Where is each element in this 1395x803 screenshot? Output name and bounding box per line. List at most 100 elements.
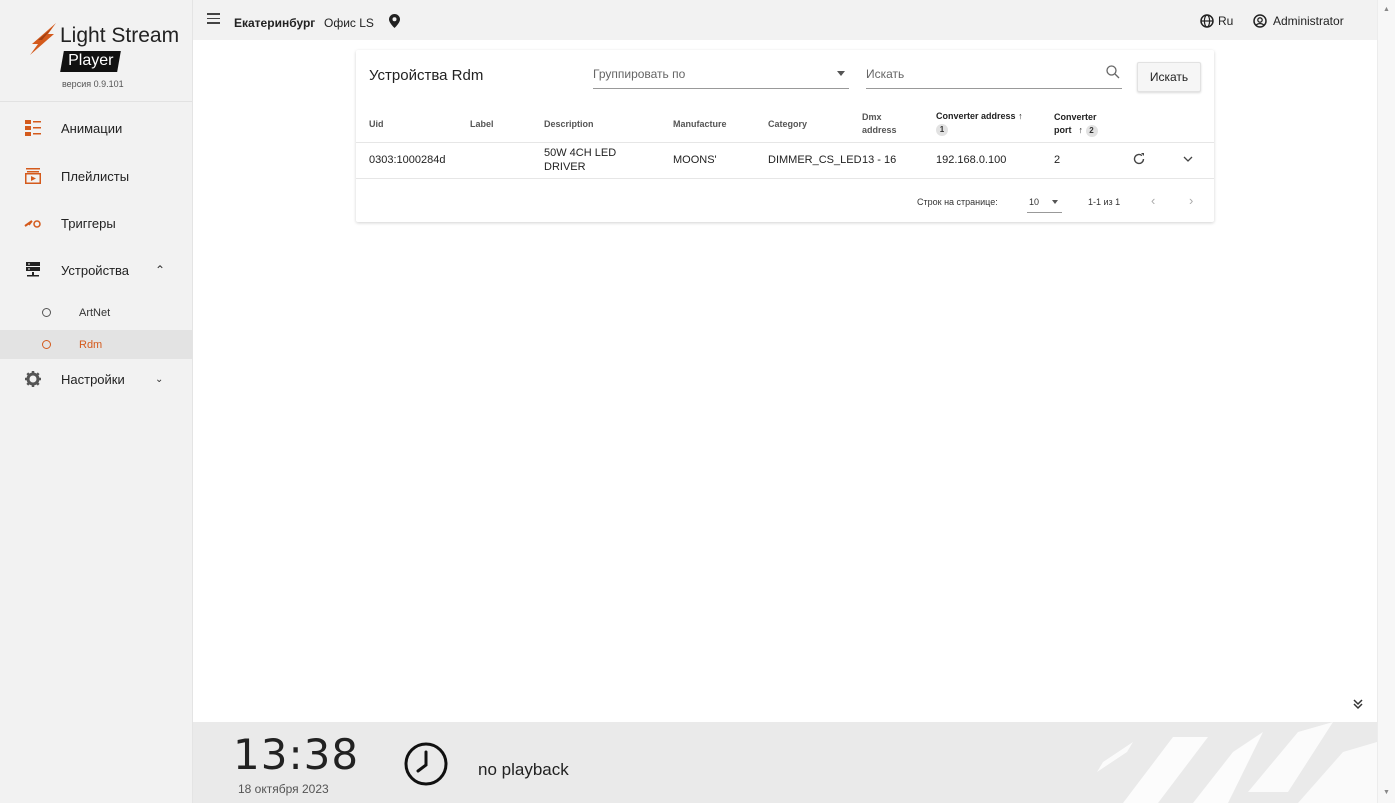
sidebar-item-animations[interactable]: Анимации xyxy=(0,108,193,148)
column-header-category[interactable]: Category xyxy=(768,106,862,143)
logo: Light Stream Player версия 0.9.101 xyxy=(0,0,192,102)
brand-name: Light Stream xyxy=(60,24,180,47)
column-header-converter-address[interactable]: Converter address ↑ 1 xyxy=(936,106,1054,143)
sort-arrow-up-icon: ↑ xyxy=(1018,111,1023,122)
search-input[interactable] xyxy=(866,64,1086,84)
menu-icon[interactable] xyxy=(207,13,220,25)
animations-icon xyxy=(24,119,42,137)
pagination: Строк на странице: 10 1-1 из 1 ‹ › xyxy=(356,187,1214,217)
city-name: Екатеринбург xyxy=(234,16,316,30)
sidebar-subitem-rdm[interactable]: Rdm xyxy=(0,330,193,359)
office-name: Офис LS xyxy=(324,16,374,30)
collapse-player-icon[interactable] xyxy=(1352,697,1364,713)
scrollbar[interactable]: ▲ ▼ xyxy=(1377,0,1395,803)
language-label: Ru xyxy=(1218,14,1234,28)
sort-order-badge: 1 xyxy=(936,124,948,137)
logo-mark-icon xyxy=(30,23,56,55)
column-header-converter-address-label: Converter address xyxy=(936,111,1016,122)
search-field[interactable] xyxy=(866,62,1122,89)
sidebar-subitem-label: Rdm xyxy=(79,338,103,351)
globe-icon xyxy=(1200,14,1214,28)
column-header-label[interactable]: Label xyxy=(470,106,544,143)
next-page-icon[interactable]: › xyxy=(1189,193,1193,208)
brand-product-label: Player xyxy=(68,52,114,69)
previous-page-icon[interactable]: ‹ xyxy=(1151,193,1155,208)
sidebar-item-label: Устройства xyxy=(61,262,130,278)
account-icon xyxy=(1253,14,1267,28)
cell-description-text: 50W 4CH LED DRIVER xyxy=(544,147,617,173)
cell-expand xyxy=(1170,142,1214,179)
dropdown-arrow-icon xyxy=(1052,200,1058,204)
circle-icon xyxy=(42,308,51,317)
refresh-icon[interactable] xyxy=(1132,152,1146,166)
sidebar-item-triggers[interactable]: Триггеры xyxy=(0,203,193,243)
sidebar-subitem-label: ArtNet xyxy=(79,306,111,319)
decorative-stripes-icon xyxy=(1097,722,1377,803)
scroll-up-icon[interactable]: ▲ xyxy=(1383,6,1390,13)
column-header-dmx-label: Dmx address xyxy=(862,111,897,135)
devices-icon xyxy=(24,261,42,279)
chevron-down-icon: ⌄ xyxy=(155,373,164,385)
column-header-expand xyxy=(1170,106,1214,143)
scroll-down-icon[interactable]: ▼ xyxy=(1383,789,1390,796)
gear-icon xyxy=(24,370,42,388)
app-version: версия 0.9.101 xyxy=(62,79,124,89)
column-header-dmx-address[interactable]: Dmx address xyxy=(862,106,936,143)
triggers-icon xyxy=(24,214,42,232)
cell-label xyxy=(470,142,544,179)
rows-per-page-value: 10 xyxy=(1029,197,1040,207)
user-menu[interactable]: Administrator xyxy=(1253,14,1344,28)
column-header-uid[interactable]: Uid xyxy=(356,106,470,143)
dropdown-arrow-icon xyxy=(837,71,845,76)
cell-uid: 0303:1000284d xyxy=(356,142,470,179)
sidebar: Light Stream Player версия 0.9.101 Анима… xyxy=(0,0,193,803)
sidebar-item-label: Анимации xyxy=(61,120,123,136)
location-pin-icon[interactable] xyxy=(389,14,400,28)
user-name: Administrator xyxy=(1273,14,1344,28)
circle-icon xyxy=(42,340,51,349)
column-header-description[interactable]: Description xyxy=(544,106,673,143)
current-time: 13:38 xyxy=(233,730,360,779)
top-bar: Екатеринбург Офис LS Ru Administrator xyxy=(193,0,1377,40)
chevron-down-icon[interactable] xyxy=(1182,155,1194,163)
group-by-select[interactable]: Группировать по xyxy=(593,62,849,89)
column-header-converter-port[interactable]: Converter port ↑ 2 xyxy=(1054,106,1126,143)
table-row[interactable]: 0303:1000284d 50W 4CH LED DRIVER MOONS' … xyxy=(356,142,1214,179)
language-selector[interactable]: Ru xyxy=(1200,14,1233,28)
sort-arrow-up-icon: ↑ xyxy=(1078,124,1084,135)
cell-category: DIMMER_CS_LED xyxy=(768,142,862,179)
playlist-icon xyxy=(24,167,42,185)
sidebar-item-settings[interactable]: Настройки ⌄ xyxy=(0,359,193,399)
column-header-actions xyxy=(1126,106,1170,143)
playback-status: no playback xyxy=(478,760,569,779)
cell-converter-address: 192.168.0.100 xyxy=(936,142,1054,179)
page-title: Устройства Rdm xyxy=(369,67,484,84)
cell-refresh xyxy=(1126,142,1170,179)
search-button[interactable]: Искать xyxy=(1137,62,1201,92)
sort-order-badge: 2 xyxy=(1085,124,1098,137)
rows-per-page-select[interactable]: 10 xyxy=(1027,192,1062,213)
cell-dmx-address: 13 - 16 xyxy=(862,142,936,179)
cell-converter-port: 2 xyxy=(1054,142,1126,179)
current-date: 18 октября 2023 xyxy=(238,782,329,796)
page-range: 1-1 из 1 xyxy=(1088,197,1121,207)
clock-icon xyxy=(404,742,448,786)
sidebar-item-devices[interactable]: Устройства ⌃ xyxy=(0,250,193,290)
brand-product: Player xyxy=(60,51,122,72)
sidebar-subitem-artnet[interactable]: ArtNet xyxy=(0,298,193,327)
rdm-devices-card: Устройства Rdm Группировать по Искать Ui… xyxy=(356,50,1214,222)
sidebar-item-label: Настройки xyxy=(61,371,125,387)
search-icon[interactable] xyxy=(1106,65,1120,79)
table-header-row: Uid Label Description Manufacture Catego… xyxy=(356,106,1214,143)
chevron-up-icon: ⌃ xyxy=(155,263,166,277)
rows-per-page-label: Строк на странице: xyxy=(917,197,998,207)
player-bar: 13:38 18 октября 2023 no playback xyxy=(193,722,1377,803)
sidebar-item-playlists[interactable]: Плейлисты xyxy=(0,156,193,196)
cell-manufacture: MOONS' xyxy=(673,142,768,179)
cell-description: 50W 4CH LED DRIVER xyxy=(544,142,673,179)
rdm-devices-table: Uid Label Description Manufacture Catego… xyxy=(356,106,1214,179)
sidebar-item-label: Триггеры xyxy=(61,215,116,231)
column-header-manufacture[interactable]: Manufacture xyxy=(673,106,768,143)
sidebar-item-label: Плейлисты xyxy=(61,168,130,184)
group-by-placeholder: Группировать по xyxy=(593,67,686,81)
